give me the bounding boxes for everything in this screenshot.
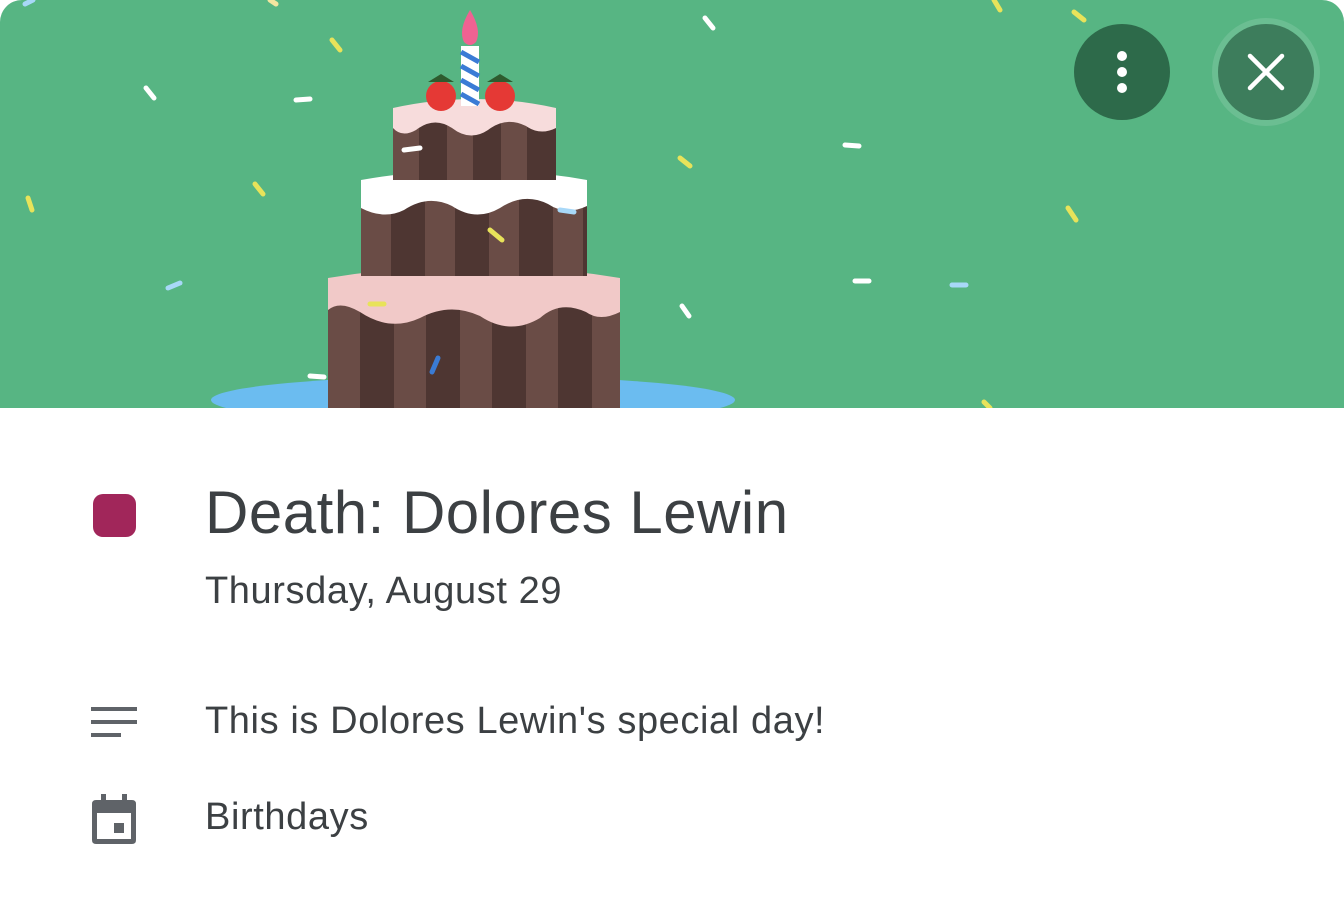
event-details-card: Death: Dolores Lewin Thursday, August 29… [0,0,1344,915]
calendar-icon [92,794,136,844]
birthday-banner [0,0,1344,408]
event-description: This is Dolores Lewin's special day! [205,700,826,742]
close-button[interactable] [1218,24,1314,120]
more-options-button[interactable] [1074,24,1170,120]
event-title: Death: Dolores Lewin [205,479,789,546]
event-color-swatch [93,494,136,537]
notes-icon [91,707,137,737]
event-date: Thursday, August 29 [205,570,563,612]
more-vert-icon [1117,51,1127,93]
close-icon [1247,53,1285,91]
calendar-name[interactable]: Birthdays [205,796,369,839]
